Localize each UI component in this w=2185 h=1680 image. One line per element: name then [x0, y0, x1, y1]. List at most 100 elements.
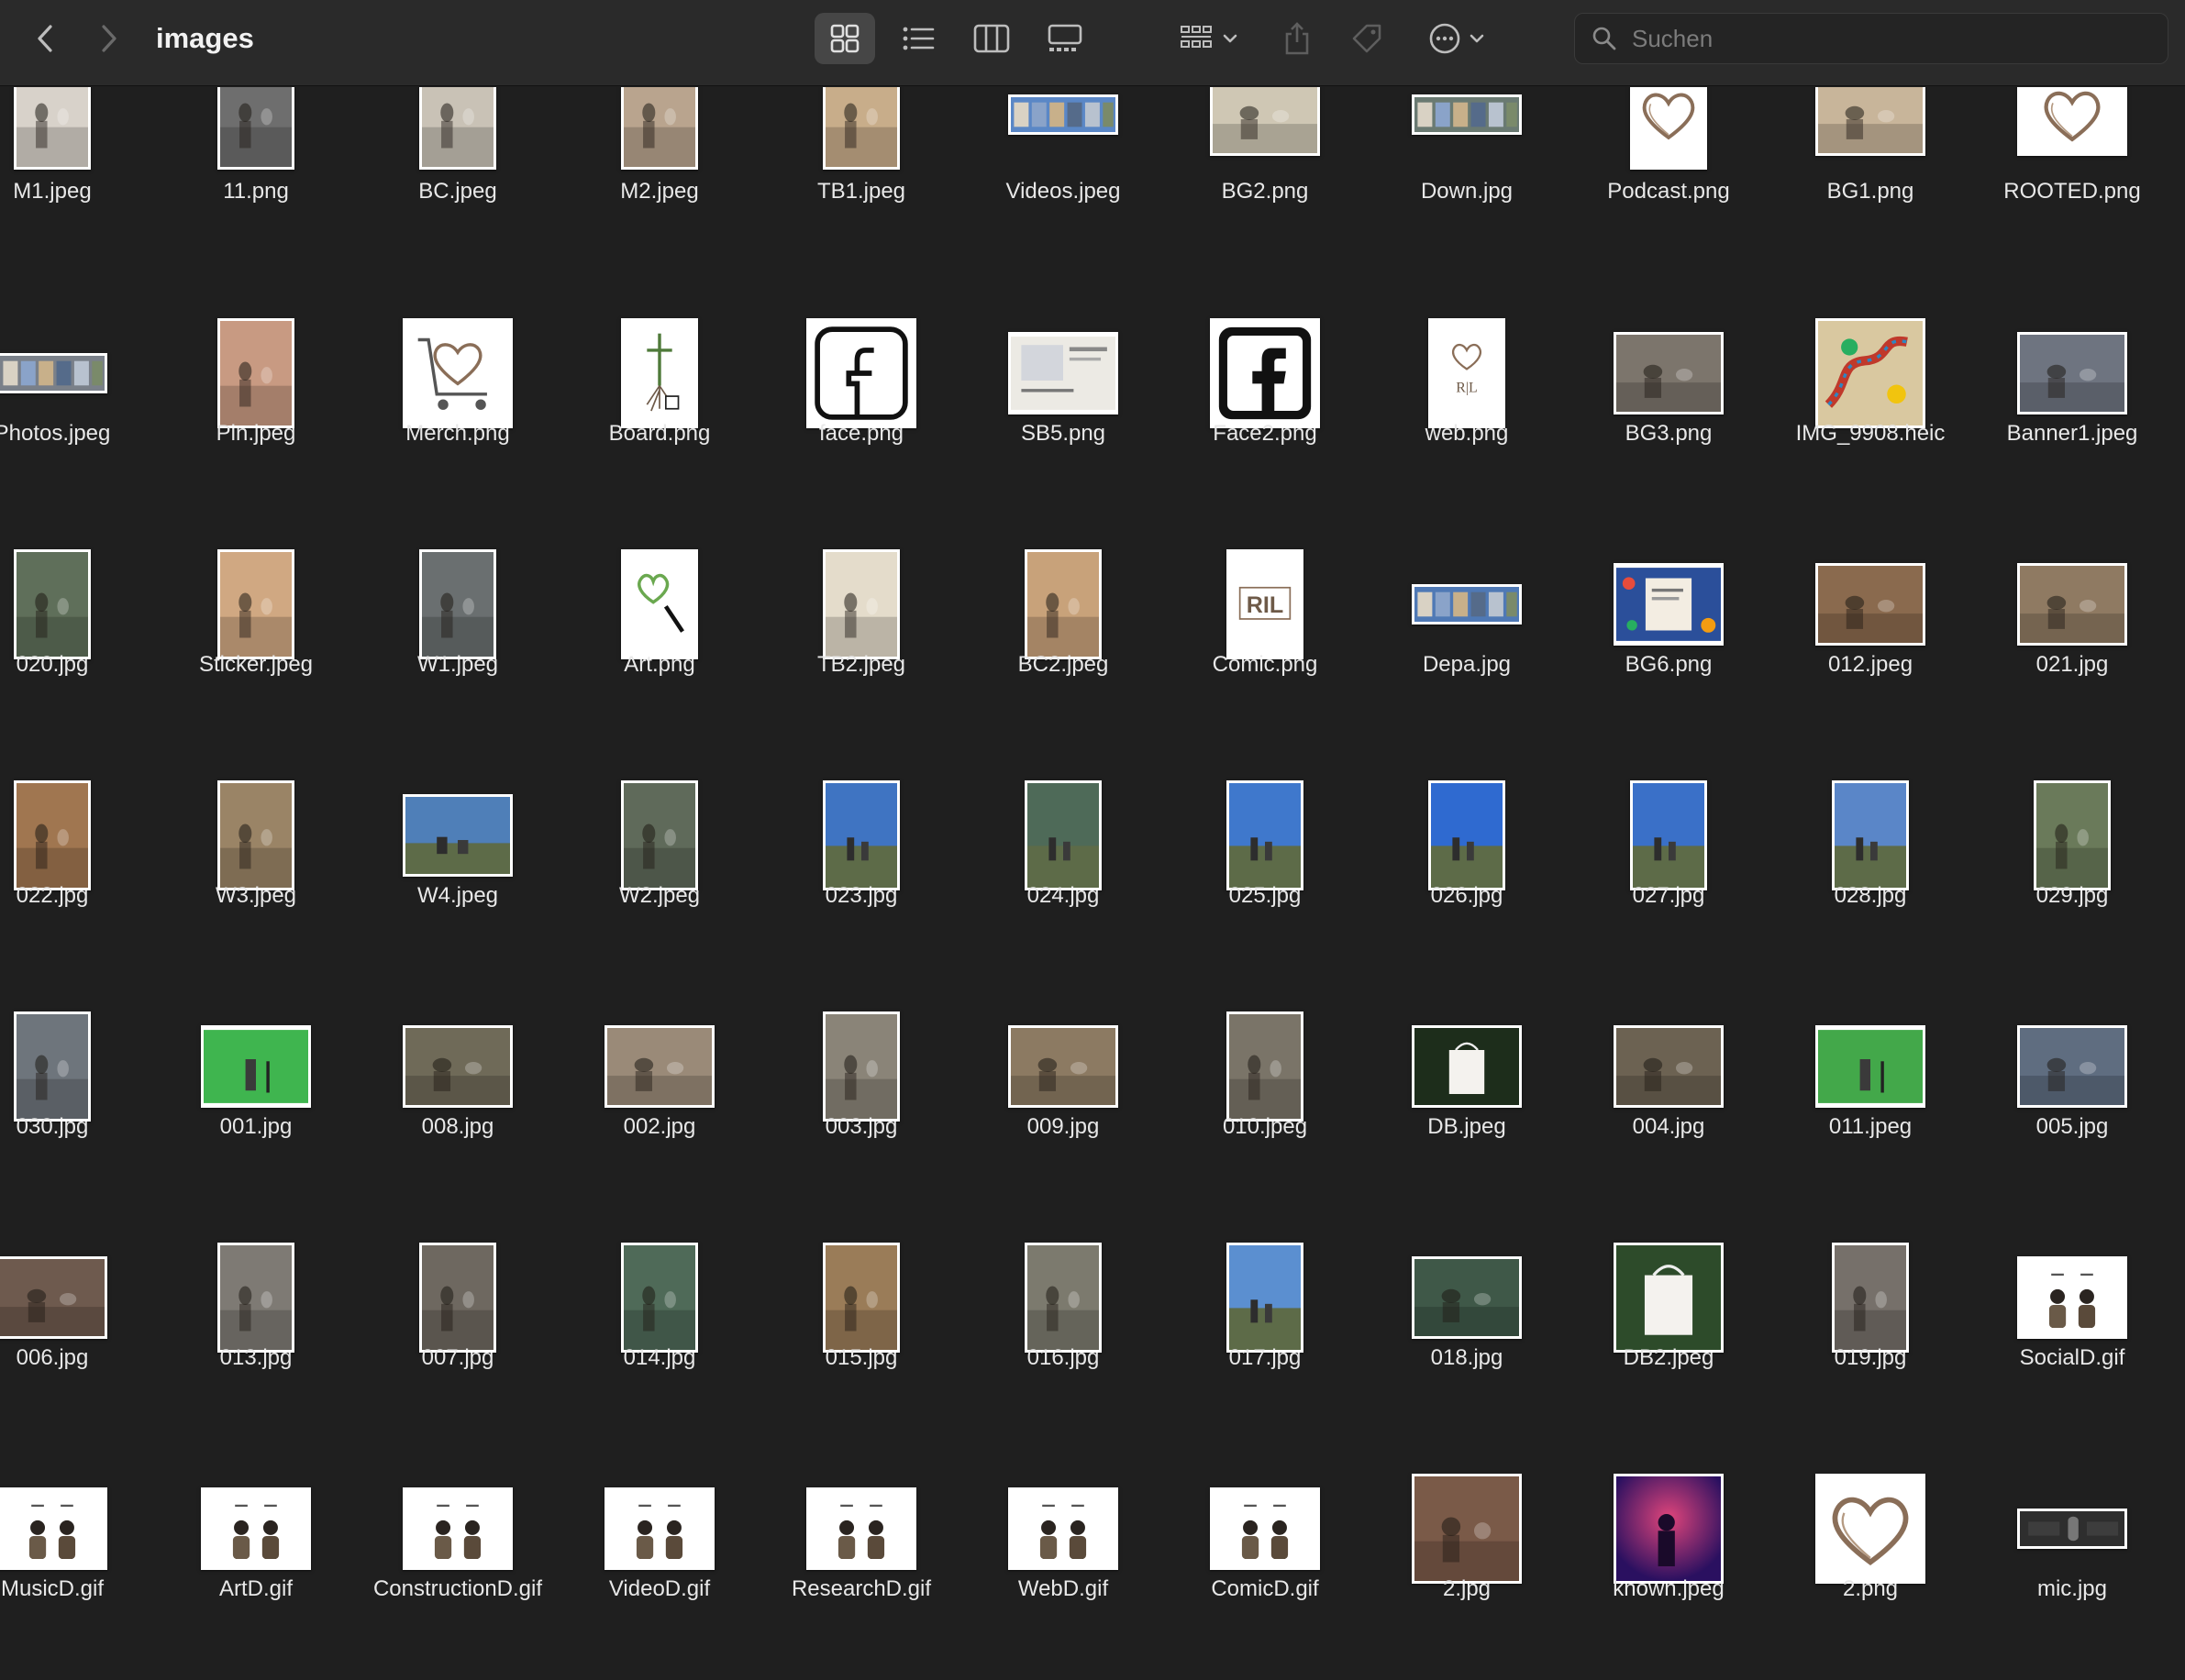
- file-name-label: SocialD.gif: [2019, 1345, 2125, 1370]
- file-thumbnail: [1815, 87, 1925, 156]
- file-thumbnail: [621, 318, 698, 428]
- thumbnail-slot: [1976, 1011, 2168, 1122]
- thumbnail-slot: [160, 87, 352, 170]
- file-name-label: WebD.gif: [1017, 1576, 1109, 1601]
- file-name-label: 026.jpg: [1430, 883, 1503, 908]
- file-thumbnail: [1008, 332, 1118, 414]
- thumbnail-slot: [765, 1011, 958, 1122]
- file-name-label: 2.jpg: [1442, 1576, 1492, 1601]
- file-thumbnail: [1226, 1011, 1303, 1122]
- file-name-label: 004.jpg: [1632, 1114, 1705, 1139]
- file-thumbnail: [621, 87, 698, 170]
- thumbnail-slot: [1370, 1011, 1563, 1122]
- file-thumbnail: [14, 87, 91, 170]
- file-name-label: BG6.png: [1625, 652, 1713, 677]
- file-name-label: W3.jpeg: [215, 883, 297, 908]
- file-name-label: ConstructionD.gif: [372, 1576, 543, 1601]
- file-thumbnail: [1630, 87, 1707, 170]
- file-name-label: 002.jpg: [623, 1114, 696, 1139]
- thumbnail-slot: [1572, 318, 1765, 428]
- file-thumbnail: [621, 780, 698, 890]
- file-name-label: ResearchD.gif: [791, 1576, 932, 1601]
- file-name-label: 018.jpg: [1430, 1345, 1503, 1370]
- thumbnail-slot: [1774, 87, 1967, 170]
- thumbnail-slot: [361, 549, 554, 659]
- thumbnail-slot: [160, 318, 352, 428]
- file-thumbnail: [217, 1243, 294, 1353]
- file-name-label: 2.png: [1842, 1576, 1899, 1601]
- file-thumbnail: [621, 549, 698, 659]
- back-button[interactable]: [26, 18, 66, 59]
- file-name-label: SB5.png: [1020, 421, 1106, 446]
- forward-button[interactable]: [88, 18, 128, 59]
- file-name-label: Merch.png: [405, 421, 510, 446]
- file-thumbnail: [621, 1243, 698, 1353]
- file-name-label: 013.jpg: [219, 1345, 293, 1370]
- group-by-button[interactable]: [1172, 13, 1246, 64]
- thumbnail-slot: [1774, 549, 1967, 659]
- thumbnail-slot: [361, 1011, 554, 1122]
- file-thumbnail: [419, 87, 496, 170]
- tag-button[interactable]: [1341, 13, 1392, 64]
- thumbnail-slot: [563, 780, 756, 890]
- file-thumbnail: [604, 1487, 715, 1570]
- thumbnail-slot: [1169, 1474, 1361, 1584]
- icon-view-icon: [830, 24, 860, 53]
- file-thumbnail: [403, 1025, 513, 1108]
- file-name-label: Podcast.png: [1607, 179, 1730, 204]
- file-thumbnail: [1614, 332, 1724, 414]
- search-input[interactable]: [1630, 23, 2168, 54]
- file-name-label: face.png: [818, 421, 904, 446]
- search-icon: [1592, 25, 1619, 52]
- thumbnail-slot: [1572, 1243, 1765, 1353]
- file-name-label: ArtD.gif: [218, 1576, 293, 1601]
- file-thumbnail: [823, 549, 900, 659]
- gallery-view-button[interactable]: [1035, 13, 1095, 64]
- file-thumbnail: [1428, 780, 1505, 890]
- file-thumbnail: [1815, 318, 1925, 428]
- gallery-view-icon: [1048, 24, 1082, 51]
- thumbnail-slot: [1370, 87, 1563, 170]
- file-name-label: W1.jpeg: [416, 652, 499, 677]
- file-name-label: BG2.png: [1221, 179, 1309, 204]
- file-thumbnail: RIL: [1226, 549, 1303, 659]
- thumbnail-slot: [1572, 1011, 1765, 1122]
- share-button[interactable]: [1271, 13, 1323, 64]
- thumbnail-slot: [563, 1474, 756, 1584]
- thumbnail-slot: [1774, 1011, 1967, 1122]
- file-thumbnail: [1210, 87, 1320, 156]
- more-actions-button[interactable]: [1420, 13, 1493, 64]
- column-view-button[interactable]: [961, 13, 1022, 64]
- file-name-label: 029.jpg: [2035, 883, 2109, 908]
- search-field[interactable]: [1574, 13, 2168, 64]
- file-name-label: M2.jpeg: [620, 179, 699, 204]
- file-name-label: 010.jpeg: [1222, 1114, 1308, 1139]
- window-title: images: [156, 22, 254, 54]
- file-thumbnail: [1832, 1243, 1909, 1353]
- file-name-label: DB.jpeg: [1427, 1114, 1506, 1139]
- file-thumbnail: [823, 780, 900, 890]
- thumbnail-slot: [967, 318, 1159, 428]
- thumbnail-slot: [1774, 1243, 1967, 1353]
- file-thumbnail: [1614, 1474, 1724, 1584]
- thumbnail-slot: [765, 549, 958, 659]
- file-thumbnail: [201, 1025, 311, 1108]
- file-thumbnail: [201, 1487, 311, 1570]
- file-thumbnail: [1025, 1243, 1102, 1353]
- file-thumbnail: [14, 780, 91, 890]
- file-thumbnail: [403, 1487, 513, 1570]
- file-name-label: Depa.jpg: [1422, 652, 1512, 677]
- list-view-button[interactable]: [888, 13, 948, 64]
- file-thumbnail: [1025, 549, 1102, 659]
- thumbnail-slot: [1370, 1243, 1563, 1353]
- file-name-label: 027.jpg: [1632, 883, 1705, 908]
- file-name-label: Art.png: [624, 652, 695, 677]
- file-thumbnail: [1210, 318, 1320, 428]
- icon-view-button[interactable]: [815, 13, 875, 64]
- thumbnail-slot: R|L: [1370, 318, 1563, 428]
- thumbnail-slot: [1572, 87, 1765, 170]
- thumbnail-slot: [1976, 87, 2168, 170]
- file-thumbnail: [217, 87, 294, 170]
- thumbnail-slot: [1976, 1474, 2168, 1584]
- file-thumbnail: [0, 1256, 107, 1339]
